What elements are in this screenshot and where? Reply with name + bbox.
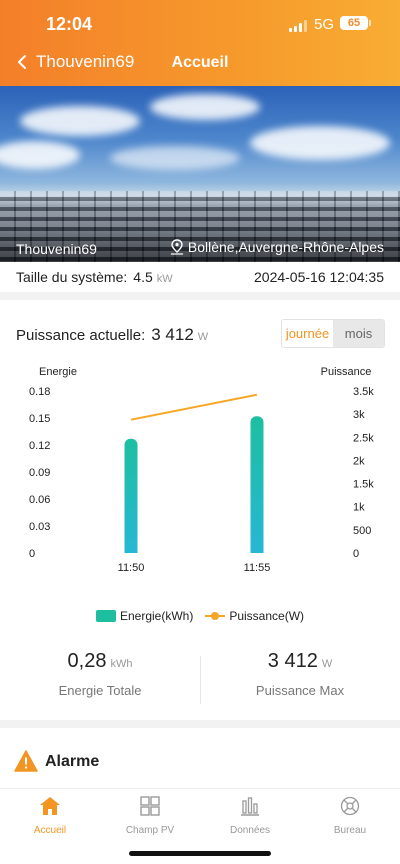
left-axis-tick: 0.06 [29, 494, 50, 506]
left-axis-tick: 0.09 [29, 467, 50, 479]
toggle-month[interactable]: mois [333, 320, 384, 347]
max-power-stat: 3 412 W Puissance Max [200, 650, 400, 698]
summary-stats: 0,28 kWh Energie Totale 3 412 W Puissance … [0, 650, 400, 710]
right-axis-tick: 3.5k [353, 386, 374, 398]
current-power-value: 3 412 [151, 325, 194, 344]
home-icon [40, 797, 60, 815]
tab-champ-pv-label: Champ PV [125, 825, 175, 836]
toggle-day[interactable]: journée [282, 320, 333, 347]
tab-accueil[interactable]: Accueil [0, 795, 100, 836]
network-type: 5G [314, 16, 335, 33]
left-axis-tick: 0.18 [29, 386, 50, 398]
right-axis-tick: 500 [353, 525, 371, 537]
power-line [130, 393, 258, 421]
legend-energy[interactable]: Energie(kWh) [95, 609, 194, 623]
left-axis-tick: 0.12 [29, 440, 50, 452]
tab-donnees-label: Données [229, 825, 271, 836]
current-power: Puissance actuelle: 3 412 W [16, 325, 208, 345]
battery-icon: 65 [340, 16, 368, 30]
left-axis-title: Energie [39, 366, 77, 378]
page-title: Accueil [171, 54, 229, 71]
alarm-title: Alarme [45, 753, 100, 770]
office-icon [340, 796, 360, 816]
legend-energy-label: Energie(kWh) [119, 609, 194, 623]
system-size: Taille du système: 4.5 kW [16, 269, 173, 285]
legend-energy-swatch [95, 610, 116, 622]
right-axis-title: Puissance [321, 366, 372, 378]
total-energy-label: Energie Totale [58, 683, 142, 698]
chart-legend: Energie(kWh) Puissance(W) [0, 609, 400, 623]
right-axis-tick: 3k [353, 409, 365, 421]
right-axis-tick: 1.5k [353, 479, 374, 491]
total-energy-unit: kWh [110, 658, 133, 670]
left-axis-tick: 0.03 [29, 521, 50, 533]
update-timestamp: 2024-05-16 12:04:35 [254, 269, 384, 285]
status-time: 12:04 [46, 14, 93, 34]
right-axis-tick: 2k [353, 455, 365, 467]
warning-icon [14, 750, 38, 772]
period-toggle: journée mois [281, 319, 385, 348]
signal-icon [289, 20, 307, 32]
tab-champ-pv[interactable]: Champ PV [100, 795, 200, 836]
grid-icon [140, 796, 160, 816]
right-axis-tick: 1k [353, 502, 365, 514]
location-text: Bollène,Auvergne-Rhône-Alpes [187, 239, 384, 255]
tab-bureau-label: Bureau [333, 825, 367, 836]
current-power-unit: W [197, 331, 209, 343]
legend-power-label: Puissance(W) [229, 609, 305, 623]
app-header: 12:04 5G 65 Thouvenin69 Accueil [0, 0, 400, 86]
system-info-row: Taille du système: 4.5 kW 2024-05-16 12:04… [0, 262, 400, 292]
current-power-label: Puissance actuelle: [16, 327, 146, 344]
system-size-unit: kW [156, 273, 173, 285]
total-energy-stat: 0,28 kWh Energie Totale [0, 650, 200, 698]
right-axis-tick: 0 [353, 548, 359, 560]
energy-bar [250, 416, 264, 553]
legend-power-swatch [205, 610, 226, 622]
plant-location: Bollène,Auvergne-Rhône-Alpes [170, 239, 384, 255]
total-energy-value: 0,28 [67, 650, 107, 672]
energy-bar [124, 438, 138, 553]
system-size-label: Taille du système: [16, 269, 128, 285]
legend-power[interactable]: Puissance(W) [205, 609, 304, 623]
energy-power-chart: Energie Puissance 0 0.03 0.06 0.09 0.12 0.15 0.1… [29, 366, 374, 574]
x-axis-tick: 11:55 [244, 562, 271, 574]
system-size-value: 4.5 [133, 269, 153, 285]
tab-accueil-label: Accueil [33, 825, 67, 836]
max-power-value: 3 412 [267, 650, 318, 672]
status-bar: 12:04 5G 65 [0, 10, 400, 38]
data-chart-icon [241, 797, 259, 816]
tab-bureau[interactable]: Bureau [300, 795, 400, 836]
max-power-unit: W [321, 658, 333, 670]
tab-donnees[interactable]: Données [200, 795, 300, 836]
plant-banner-image: Thouvenin69 Bollène,Auvergne-Rhône-Alpes [0, 86, 400, 262]
location-pin-icon [170, 239, 183, 255]
alarm-section[interactable]: Alarme [0, 728, 400, 788]
plant-name: Thouvenin69 [16, 241, 97, 257]
energy-bar-base [250, 547, 264, 553]
x-axis-tick: 11:50 [118, 562, 145, 574]
energy-bar-base [124, 547, 138, 553]
left-axis-tick: 0 [29, 548, 35, 560]
home-indicator [129, 851, 271, 856]
battery-tip [369, 20, 371, 26]
max-power-label: Puissance Max [255, 683, 345, 698]
right-axis-tick: 2.5k [353, 432, 374, 444]
power-card: Puissance actuelle: 3 412 W journée mois E… [0, 300, 400, 720]
left-axis-tick: 0.15 [29, 413, 50, 425]
